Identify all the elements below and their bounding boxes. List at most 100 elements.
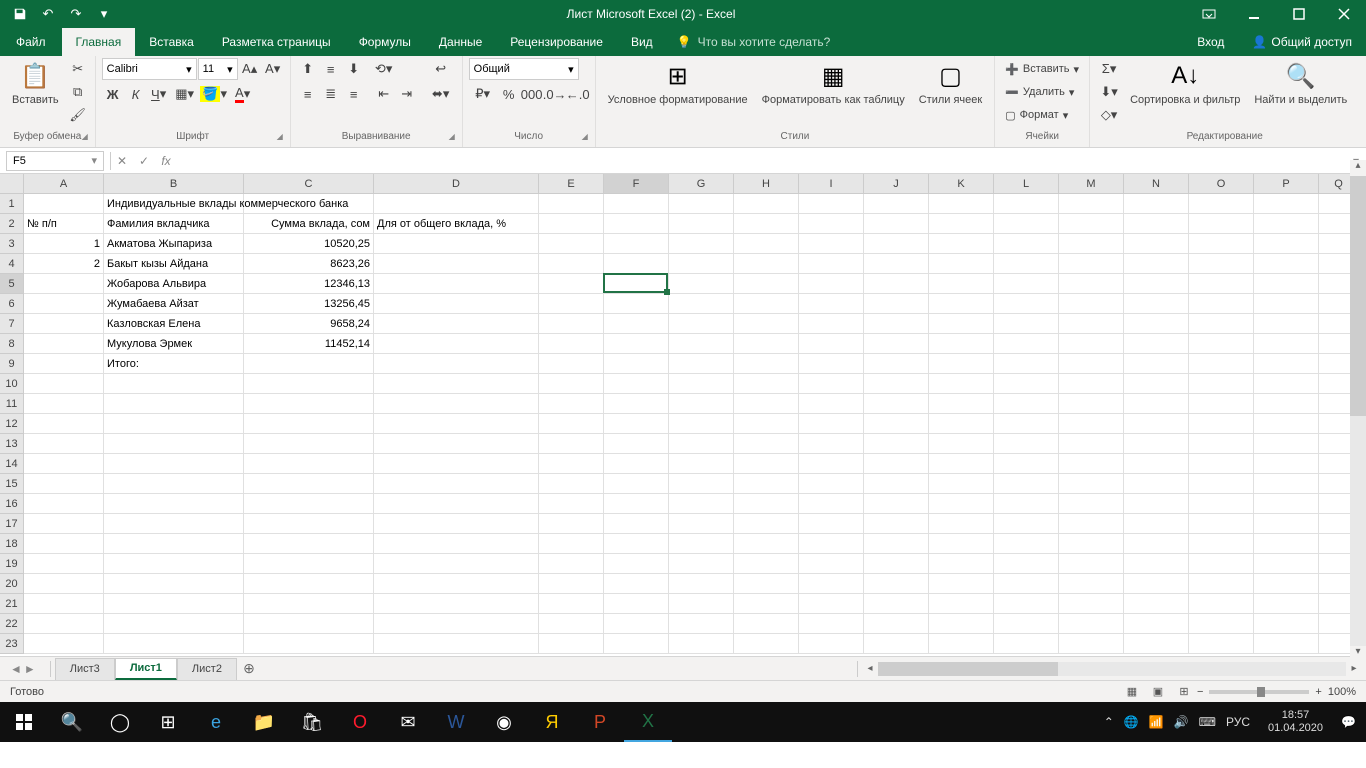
scroll-thumb[interactable] — [878, 662, 1058, 676]
start-button[interactable] — [0, 702, 48, 742]
cell[interactable] — [604, 274, 669, 294]
cell[interactable] — [374, 554, 539, 574]
cell[interactable] — [994, 214, 1059, 234]
cell[interactable] — [244, 394, 374, 414]
cell[interactable] — [244, 534, 374, 554]
cell[interactable] — [929, 234, 994, 254]
cell[interactable] — [1254, 454, 1319, 474]
column-header[interactable]: I — [799, 174, 864, 194]
cell[interactable] — [24, 434, 104, 454]
fill-icon[interactable]: ⬇▾ — [1096, 81, 1122, 103]
page-break-view-icon[interactable]: ⊞ — [1171, 683, 1197, 701]
cell[interactable] — [539, 314, 604, 334]
column-header[interactable]: G — [669, 174, 734, 194]
cell[interactable] — [604, 294, 669, 314]
font-size-select[interactable]: 11▾ — [198, 58, 238, 80]
row-header[interactable]: 7 — [0, 314, 24, 334]
cell[interactable] — [1254, 534, 1319, 554]
row-header[interactable]: 23 — [0, 634, 24, 654]
cell[interactable] — [669, 394, 734, 414]
row-header[interactable]: 16 — [0, 494, 24, 514]
vertical-scrollbar[interactable]: ▴ ▾ — [1350, 160, 1366, 662]
cell[interactable] — [1254, 494, 1319, 514]
cell[interactable] — [1189, 194, 1254, 214]
cell[interactable] — [374, 414, 539, 434]
row-header[interactable]: 14 — [0, 454, 24, 474]
tab-page-layout[interactable]: Разметка страницы — [208, 28, 345, 56]
cell[interactable] — [374, 514, 539, 534]
row-header[interactable]: 21 — [0, 594, 24, 614]
cell[interactable] — [929, 614, 994, 634]
cell[interactable]: 9658,24 — [244, 314, 374, 334]
cell[interactable] — [1189, 414, 1254, 434]
fx-icon[interactable]: fx — [155, 151, 177, 171]
dialog-launcher-icon[interactable]: ◢ — [79, 132, 91, 144]
cell[interactable] — [994, 454, 1059, 474]
cell[interactable] — [994, 354, 1059, 374]
cell[interactable] — [374, 474, 539, 494]
network-icon[interactable]: 🌐 — [1124, 715, 1139, 729]
italic-icon[interactable]: К — [125, 83, 147, 105]
cell[interactable] — [864, 254, 929, 274]
cell[interactable] — [604, 354, 669, 374]
cell[interactable] — [1189, 314, 1254, 334]
scroll-thumb[interactable] — [1350, 176, 1366, 416]
align-right-icon[interactable]: ≡ — [343, 83, 365, 105]
cell[interactable] — [24, 314, 104, 334]
cell[interactable] — [929, 394, 994, 414]
edge-icon[interactable]: e — [192, 702, 240, 742]
cell[interactable] — [539, 594, 604, 614]
row-header[interactable]: 11 — [0, 394, 24, 414]
cell[interactable] — [104, 594, 244, 614]
column-header[interactable]: A — [24, 174, 104, 194]
increase-font-icon[interactable]: A▴ — [239, 58, 261, 80]
cell[interactable] — [1124, 454, 1189, 474]
cell[interactable] — [799, 394, 864, 414]
cell[interactable] — [1124, 614, 1189, 634]
cell[interactable] — [734, 494, 799, 514]
cell[interactable] — [1254, 334, 1319, 354]
cell[interactable] — [669, 514, 734, 534]
cell[interactable] — [799, 414, 864, 434]
row-header[interactable]: 13 — [0, 434, 24, 454]
cell[interactable] — [539, 254, 604, 274]
cell[interactable] — [24, 494, 104, 514]
tab-home[interactable]: Главная — [62, 28, 136, 56]
cell[interactable] — [374, 274, 539, 294]
cell[interactable] — [1124, 334, 1189, 354]
cancel-formula-icon[interactable]: ✕ — [111, 151, 133, 171]
cell[interactable] — [539, 454, 604, 474]
wrap-text-icon[interactable]: ↩ — [426, 58, 456, 80]
store-icon[interactable]: 🛍 — [288, 702, 336, 742]
tab-formulas[interactable]: Формулы — [345, 28, 425, 56]
cell[interactable] — [1189, 534, 1254, 554]
cell[interactable]: № п/п — [24, 214, 104, 234]
cell[interactable] — [734, 354, 799, 374]
cell[interactable] — [244, 614, 374, 634]
increase-decimal-icon[interactable]: .0→ — [544, 83, 566, 105]
cell[interactable]: 8623,26 — [244, 254, 374, 274]
sign-in-button[interactable]: Вход — [1183, 28, 1238, 56]
cell[interactable] — [604, 394, 669, 414]
cell[interactable] — [24, 634, 104, 654]
cell[interactable] — [604, 374, 669, 394]
cell[interactable] — [1059, 214, 1124, 234]
cell[interactable] — [734, 614, 799, 634]
column-header[interactable]: O — [1189, 174, 1254, 194]
cell[interactable] — [1124, 274, 1189, 294]
cell[interactable] — [24, 594, 104, 614]
cell[interactable] — [994, 294, 1059, 314]
cell[interactable] — [669, 414, 734, 434]
row-header[interactable]: 10 — [0, 374, 24, 394]
language-indicator[interactable]: РУС — [1226, 715, 1250, 729]
cell[interactable] — [244, 594, 374, 614]
cell[interactable] — [24, 574, 104, 594]
cell[interactable] — [1254, 194, 1319, 214]
cell[interactable] — [994, 494, 1059, 514]
cell[interactable] — [734, 434, 799, 454]
cell[interactable] — [604, 254, 669, 274]
column-header[interactable]: C — [244, 174, 374, 194]
cell[interactable] — [799, 214, 864, 234]
cell[interactable] — [929, 294, 994, 314]
cell[interactable] — [604, 214, 669, 234]
